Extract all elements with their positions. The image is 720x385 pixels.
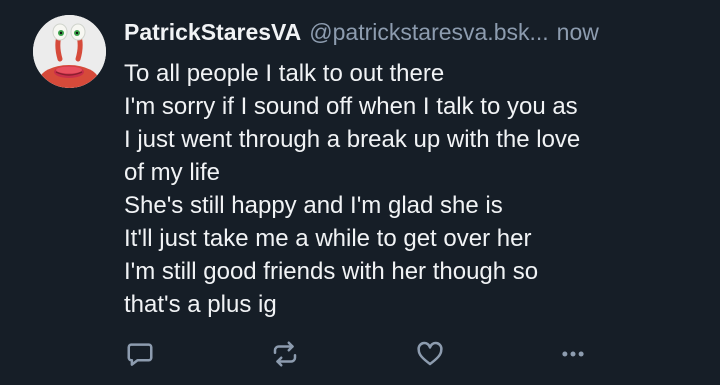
post-text-line: To all people I talk to out there (124, 60, 445, 87)
post-header: PatrickStaresVA @patrickstaresva.bsk... … (124, 17, 700, 47)
post-text-line: I'm still good friends with her though s… (124, 258, 539, 285)
author-display-name[interactable]: PatrickStaresVA (124, 17, 301, 47)
repost-arrows-icon (273, 341, 297, 367)
post-text-line: I'm sorry if I sound off when I talk to … (124, 93, 578, 120)
post-actions (124, 338, 594, 370)
post-text-line: It'll just take me a while to get over h… (124, 225, 532, 252)
post-text-line: She's still happy and I'm glad she is (124, 192, 503, 219)
repost-button[interactable] (269, 338, 301, 370)
ellipsis-icon (562, 351, 584, 357)
like-button[interactable] (414, 338, 446, 370)
author-avatar[interactable] (33, 15, 106, 88)
post-text-line: of my life (124, 159, 221, 186)
post-text: To all people I talk to out there I'm so… (124, 57, 704, 321)
post-text-line: that's a plus ig (124, 291, 277, 318)
post-timestamp[interactable]: now (557, 17, 599, 47)
crab-character-avatar-icon (33, 15, 106, 88)
post-text-line: I just went through a break up with the … (124, 126, 581, 153)
speech-bubble-icon (127, 343, 153, 366)
more-options-button[interactable] (557, 338, 589, 370)
author-handle[interactable]: @patrickstaresva.bsk... (309, 17, 548, 47)
heart-icon (417, 341, 443, 366)
post-card[interactable]: PatrickStaresVA @patrickstaresva.bsk... … (0, 0, 720, 385)
reply-button[interactable] (124, 338, 156, 370)
